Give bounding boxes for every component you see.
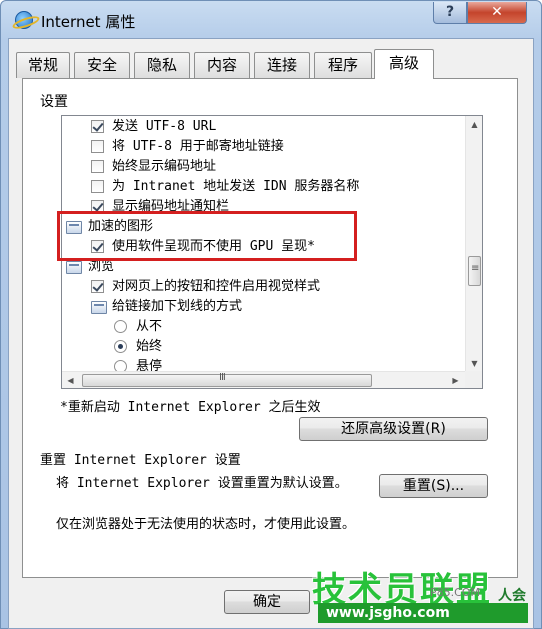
reset-group-label: 重置 Internet Explorer 设置	[40, 453, 241, 468]
settings-category-icon	[66, 261, 82, 274]
horizontal-scroll-thumb[interactable]: III	[82, 372, 372, 387]
tab-programs[interactable]: 程序	[314, 52, 372, 78]
close-button[interactable]: ✕	[467, 2, 527, 24]
tab-general[interactable]: 常规	[16, 52, 70, 78]
watermark-url: www.jsgho.com	[318, 603, 528, 623]
settings-group-label: 设置	[40, 94, 68, 110]
restore-advanced-settings-button[interactable]: 还原高级设置(R)	[299, 417, 488, 441]
window-title: Internet 属性	[41, 13, 136, 31]
tab-content[interactable]: 内容	[194, 52, 250, 78]
checkbox[interactable]	[91, 140, 104, 153]
reset-description: 将 Internet Explorer 设置重置为默认设置。	[56, 476, 348, 491]
restart-note: *重新启动 Internet Explorer 之后生效	[60, 400, 321, 415]
tab-connections[interactable]: 连接	[254, 52, 310, 78]
checkbox[interactable]	[91, 120, 104, 133]
reset-note: 仅在浏览器处于无法使用的状态时，才使用此设置。	[56, 517, 356, 532]
title-bar[interactable]: Internet 属性 ? ✕	[1, 1, 541, 39]
ok-button[interactable]: 确定	[224, 590, 310, 614]
watermark-extra-text: 人会	[498, 588, 526, 604]
settings-subgroup-icon	[91, 301, 107, 314]
checkbox[interactable]	[91, 180, 104, 193]
scrollbar-corner	[465, 371, 482, 388]
checkbox[interactable]	[91, 280, 104, 293]
tab-privacy[interactable]: 隐私	[134, 52, 190, 78]
scroll-grip-icon: III	[219, 372, 226, 383]
checkbox[interactable]	[91, 240, 104, 253]
settings-tree[interactable]: 发送 UTF-8 URL 将 UTF-8 用于邮寄地址链接 始终显示编码地址 为…	[61, 115, 483, 389]
settings-category-icon	[66, 221, 82, 234]
watermark-small-text: P85.COM	[430, 586, 480, 599]
tab-security[interactable]: 安全	[74, 52, 130, 78]
scroll-left-icon[interactable]: ◀	[62, 372, 79, 388]
scroll-right-icon[interactable]: ▶	[447, 372, 464, 388]
scroll-up-icon[interactable]: ▲	[466, 116, 482, 133]
internet-explorer-icon	[15, 11, 33, 29]
vertical-scrollbar[interactable]: ▲ ▼	[465, 116, 482, 372]
scroll-down-icon[interactable]: ▼	[466, 355, 482, 372]
radio-button[interactable]	[114, 320, 127, 333]
help-button[interactable]: ?	[433, 2, 467, 24]
checkbox[interactable]	[91, 200, 104, 213]
radio-button[interactable]	[114, 340, 127, 353]
tab-advanced[interactable]: 高级	[374, 49, 434, 79]
vertical-scroll-thumb[interactable]	[468, 256, 481, 286]
reset-button[interactable]: 重置(S)...	[379, 474, 488, 498]
checkbox[interactable]	[91, 160, 104, 173]
horizontal-scrollbar[interactable]: ◀ III ▶	[62, 371, 482, 388]
